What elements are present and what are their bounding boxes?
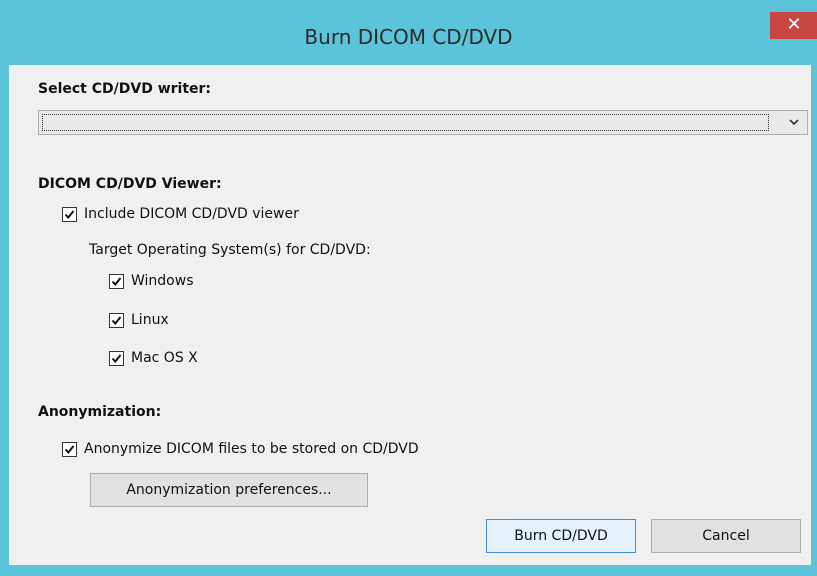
linux-checkbox[interactable]	[109, 312, 124, 328]
window-title: Burn DICOM CD/DVD	[304, 25, 513, 49]
cancel-button[interactable]: Cancel	[651, 519, 801, 553]
burn-button[interactable]: Burn CD/DVD	[486, 519, 636, 553]
include-viewer-checkbox[interactable]	[62, 206, 77, 222]
chevron-down-icon	[789, 119, 799, 126]
burn-dicom-dialog: Burn DICOM CD/DVD ✕ Select CD/DVD writer…	[0, 0, 817, 576]
writer-select[interactable]	[38, 110, 808, 135]
title-bar[interactable]: Burn DICOM CD/DVD ✕	[0, 0, 817, 65]
close-icon: ✕	[786, 14, 802, 35]
dialog-body: Select CD/DVD writer: DICOM CD/DVD Viewe…	[9, 65, 811, 565]
os-option-linux[interactable]: Linux	[109, 310, 169, 330]
include-viewer-label: Include DICOM CD/DVD viewer	[84, 206, 299, 222]
writer-section-label: Select CD/DVD writer:	[38, 81, 212, 97]
checkmark-icon	[64, 209, 75, 219]
anonymization-preferences-button[interactable]: Anonymization preferences...	[90, 473, 368, 507]
anonymization-section-label: Anonymization:	[38, 404, 162, 420]
checkmark-icon	[111, 315, 122, 325]
os-option-macos[interactable]: Mac OS X	[109, 348, 198, 368]
macos-label: Mac OS X	[131, 350, 198, 366]
checkmark-icon	[111, 353, 122, 363]
linux-label: Linux	[131, 312, 169, 328]
focus-rectangle	[42, 114, 769, 131]
include-viewer-row[interactable]: Include DICOM CD/DVD viewer	[62, 204, 299, 224]
anonymize-row[interactable]: Anonymize DICOM files to be stored on CD…	[62, 439, 419, 459]
checkmark-icon	[64, 444, 75, 454]
os-option-windows[interactable]: Windows	[109, 271, 194, 291]
target-os-label: Target Operating System(s) for CD/DVD:	[89, 242, 371, 258]
anonymize-checkbox[interactable]	[62, 441, 77, 457]
anonymize-label: Anonymize DICOM files to be stored on CD…	[84, 441, 419, 457]
close-button[interactable]: ✕	[770, 12, 817, 39]
windows-checkbox[interactable]	[109, 273, 124, 289]
macos-checkbox[interactable]	[109, 350, 124, 366]
windows-label: Windows	[131, 273, 194, 289]
checkmark-icon	[111, 276, 122, 286]
viewer-section-label: DICOM CD/DVD Viewer:	[38, 176, 222, 192]
